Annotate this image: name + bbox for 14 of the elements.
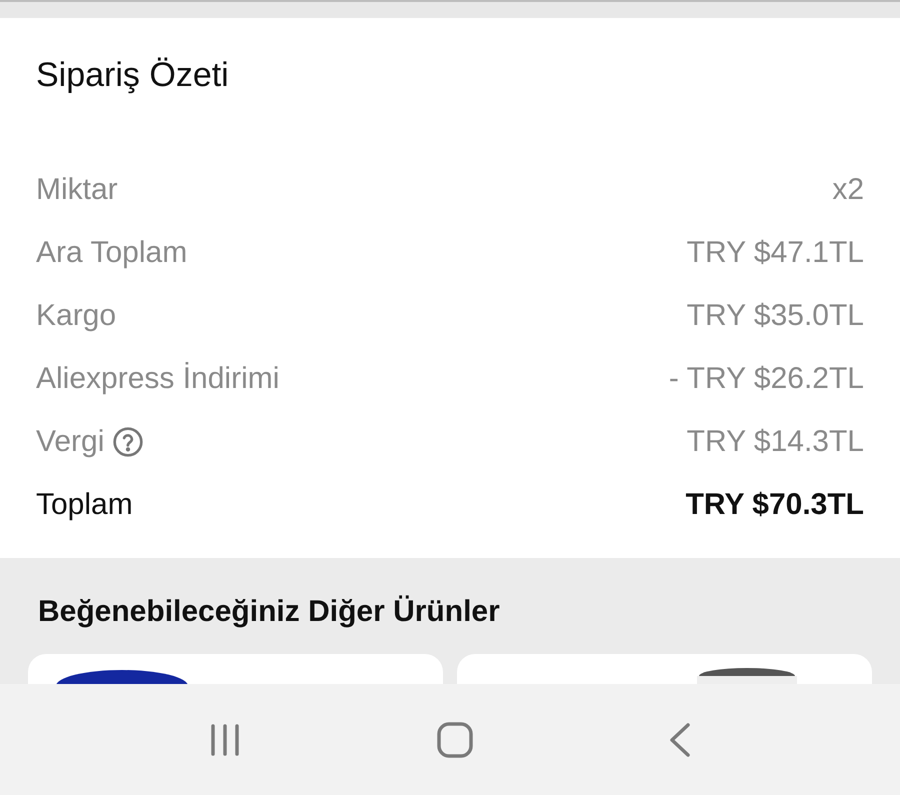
summary-value: TRY $70.3TL (686, 487, 864, 523)
summary-value: - TRY $26.2TL (668, 361, 864, 397)
section-title: Beğenebileceğiniz Diğer Ürünler (38, 594, 501, 630)
summary-label: Miktar (36, 172, 118, 208)
summary-value: TRY $14.3TL (686, 424, 864, 460)
summary-label: Toplam (36, 487, 133, 523)
summary-label: Vergi (36, 424, 104, 460)
summary-value: TRY $35.0TL (686, 298, 864, 334)
summary-value: x2 (832, 172, 864, 208)
summary-value: TRY $47.1TL (686, 235, 864, 271)
summary-title: Sipariş Özeti (36, 55, 230, 96)
summary-label: Kargo (36, 298, 116, 334)
summary-label: Aliexpress İndirimi (36, 361, 280, 397)
summary-label: Ara Toplam (36, 235, 188, 271)
